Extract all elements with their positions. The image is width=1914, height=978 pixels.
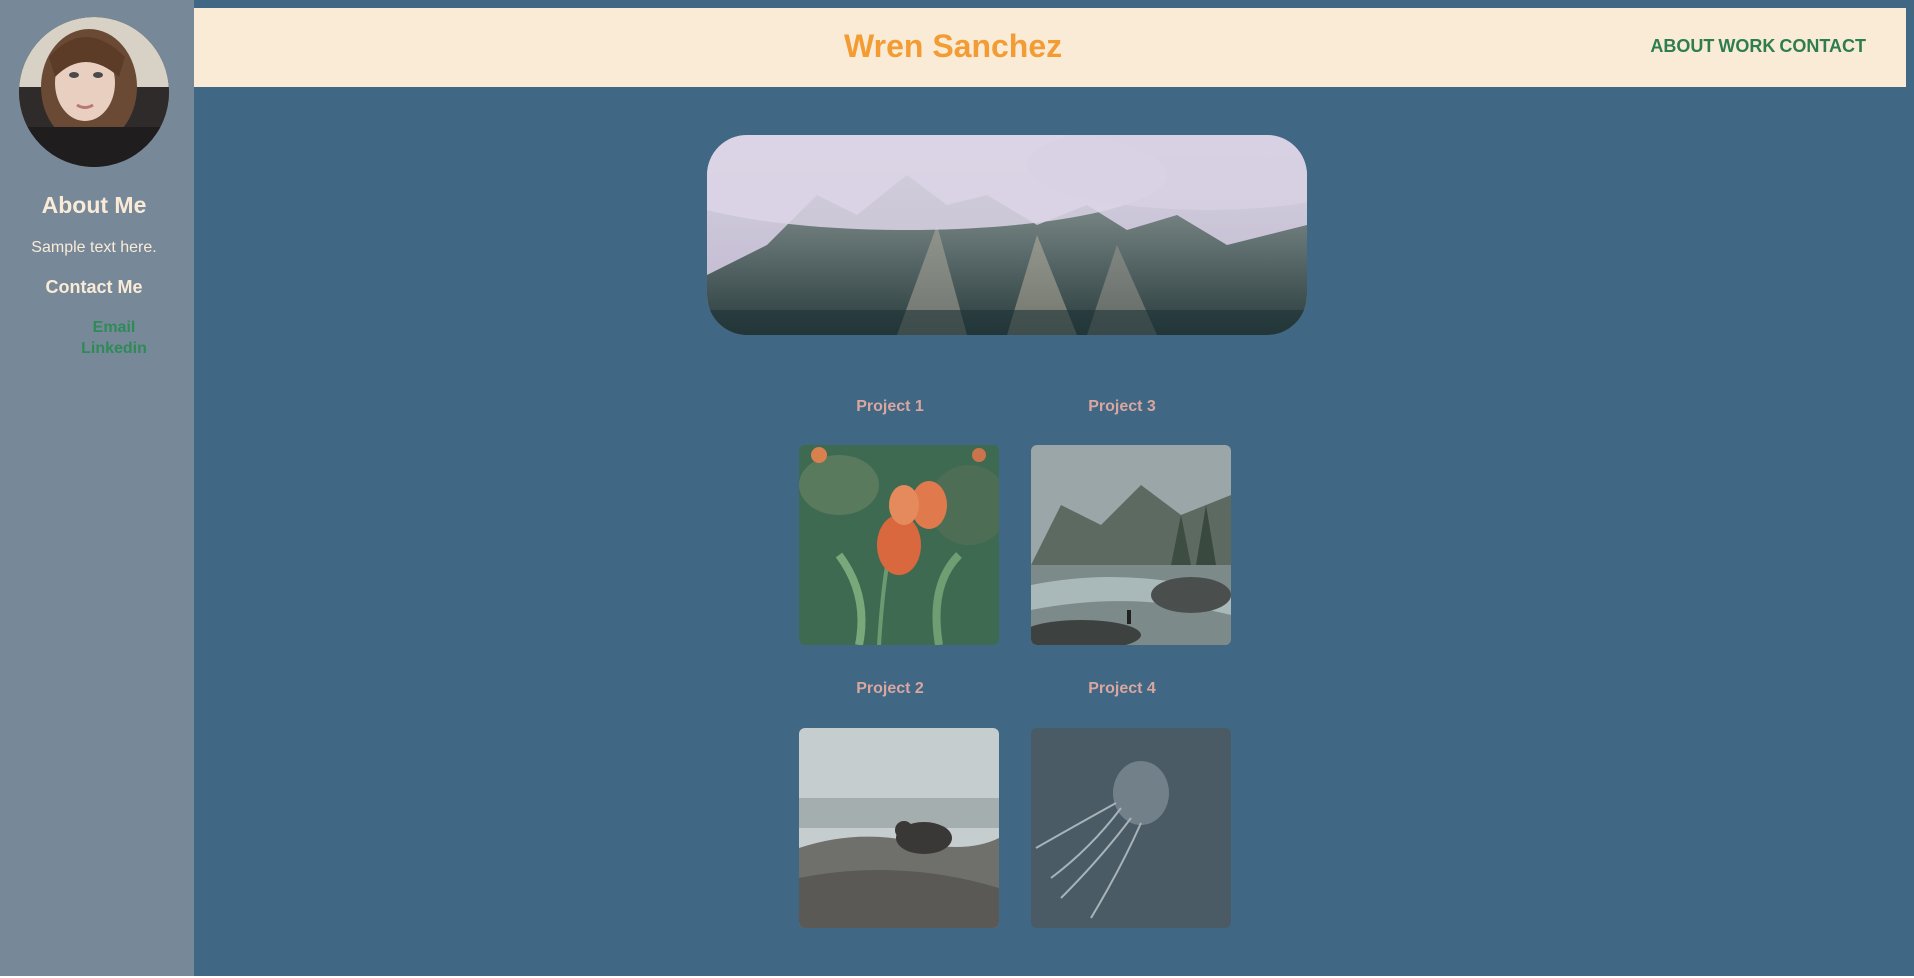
project-4-title: Project 4 (1088, 680, 1156, 697)
nav-contact-link[interactable]: CONTACT (1779, 36, 1866, 57)
hero-image (707, 135, 1307, 335)
email-link[interactable]: Email (60, 317, 168, 338)
project-1-title: Project 1 (856, 398, 924, 415)
about-me-text: Sample text here. (31, 239, 157, 256)
header: Wren Sanchez ABOUT WORK CONTACT (194, 8, 1906, 87)
project-2-image[interactable] (799, 728, 999, 928)
project-2-title: Project 2 (856, 680, 924, 697)
about-me-heading: About Me (41, 192, 147, 218)
top-nav: ABOUT WORK CONTACT (1650, 36, 1866, 57)
project-3-image[interactable] (1031, 445, 1231, 645)
project-4-image[interactable] (1031, 728, 1231, 928)
site-title: Wren Sanchez (844, 28, 1063, 64)
project-1-image[interactable] (799, 445, 999, 645)
project-3-title: Project 3 (1088, 398, 1156, 415)
sidebar: About Me Sample text here. Contact Me Em… (0, 0, 194, 976)
contact-links: Email Linkedin (60, 317, 168, 359)
nav-about-link[interactable]: ABOUT (1650, 36, 1714, 57)
profile-avatar (19, 17, 169, 167)
linkedin-link[interactable]: Linkedin (60, 338, 168, 359)
contact-me-heading: Contact Me (45, 277, 143, 297)
page: About Me Sample text here. Contact Me Em… (0, 0, 1914, 976)
nav-work-link[interactable]: WORK (1718, 36, 1775, 57)
